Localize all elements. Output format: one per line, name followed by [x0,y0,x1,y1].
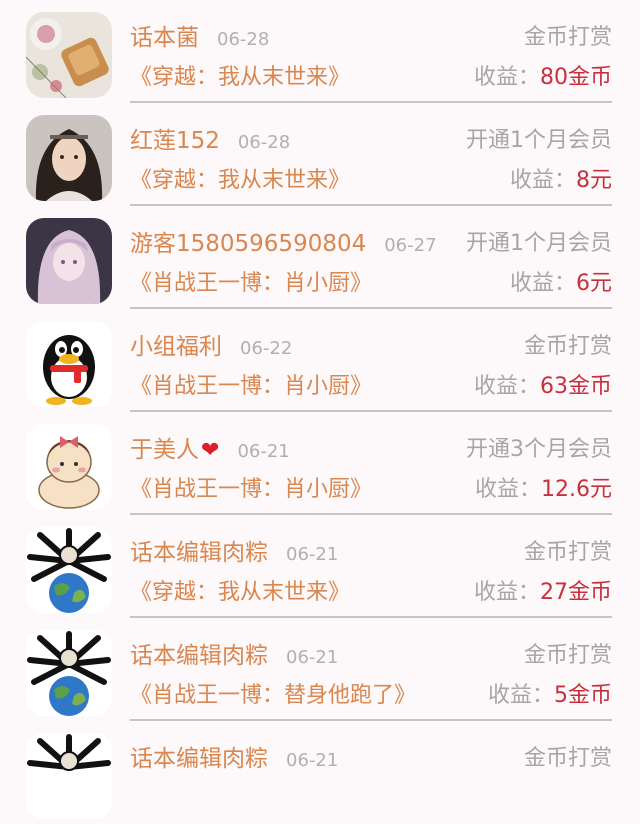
earnings-value: 12.6元 [541,477,612,502]
earnings-label: 收益： [474,477,541,502]
reward-type: 开通1个月会员 [466,231,612,256]
date: 06-28 [217,29,270,50]
earnings-value: 8元 [576,168,612,193]
earnings-value: 27金币 [540,580,612,605]
list-item[interactable]: 话本编辑肉粽 06-21 金币打赏 [0,721,640,824]
user-name[interactable]: 话本编辑肉粽 [130,643,268,669]
date: 06-27 [384,235,437,256]
user-name[interactable]: 红莲152 [130,128,220,154]
earnings: 收益：8元 [510,163,612,199]
avatar-earth-spider[interactable] [26,630,112,716]
list-item[interactable]: 于美人❤ 06-21 开通3个月会员 《肖战王一博：肖小厨》 收益：12.6元 [0,412,640,515]
reward-type: 金币打赏 [523,746,612,771]
list-item[interactable]: 红莲152 06-28 开通1个月会员 《穿越：我从末世来》 收益：8元 [0,103,640,206]
earnings: 收益：63金币 [474,369,612,405]
earnings-label: 收益： [487,683,554,708]
earnings-value: 6元 [576,271,612,296]
avatar-penguin[interactable] [26,321,112,407]
avatar-cartoon-girl[interactable] [26,424,112,510]
avatar-earth-spider[interactable] [26,733,112,819]
reward-list: 话本菌 06-28 金币打赏 《穿越：我从末世来》 收益：80金币 红莲152 … [0,0,640,824]
heart-icon: ❤ [201,438,220,463]
earnings-label: 收益： [509,168,576,193]
reward-type: 开通3个月会员 [466,437,612,462]
book-title[interactable]: 《穿越：我从末世来》 [130,65,350,90]
earnings: 收益：12.6元 [475,472,612,508]
list-item[interactable]: 话本菌 06-28 金币打赏 《穿越：我从末世来》 收益：80金币 [0,0,640,103]
list-item[interactable]: 小组福利 06-22 金币打赏 《肖战王一博：肖小厨》 收益：63金币 [0,309,640,412]
earnings: 收益：80金币 [474,60,612,96]
avatar-earth-spider[interactable] [26,527,112,613]
date: 06-22 [240,338,293,359]
earnings-label: 收益： [473,65,540,90]
list-item[interactable]: 话本编辑肉粽 06-21 金币打赏 《肖战王一博：替身他跑了》 收益：5金币 [0,618,640,721]
earnings: 收益：27金币 [474,575,612,611]
user-name[interactable]: 话本菌 [130,25,199,51]
earnings-label: 收益： [473,580,540,605]
list-item[interactable]: 游客1580596590804 06-27 开通1个月会员 《肖战王一博：肖小厨》… [0,206,640,309]
book-title[interactable]: 《肖战王一博：替身他跑了》 [130,683,416,708]
earnings-value: 63金币 [540,374,612,399]
earnings-label: 收益： [509,271,576,296]
earnings-value: 5金币 [554,683,612,708]
date: 06-28 [237,132,291,153]
earnings: 收益：5金币 [488,678,612,714]
reward-type: 金币打赏 [523,540,612,565]
earnings-label: 收益： [473,374,540,399]
list-item[interactable]: 话本编辑肉粽 06-21 金币打赏 《穿越：我从末世来》 收益：27金币 [0,515,640,618]
book-title[interactable]: 《肖战王一博：肖小厨》 [130,374,372,399]
user-name[interactable]: 游客1580596590804 [130,231,366,257]
user-name[interactable]: 小组福利 [130,334,222,360]
date: 06-21 [237,441,290,462]
earnings: 收益：6元 [510,266,612,302]
book-title[interactable]: 《穿越：我从末世来》 [130,168,350,193]
user-name[interactable]: 话本编辑肉粽 [130,746,268,772]
book-title[interactable]: 《肖战王一博：肖小厨》 [130,477,372,502]
reward-type: 开通1个月会员 [466,128,612,153]
avatar-anime-girl[interactable] [26,218,112,304]
avatar-food-photo[interactable] [26,12,112,98]
reward-type: 金币打赏 [523,25,612,50]
date: 06-21 [286,647,339,668]
date: 06-21 [286,544,339,565]
user-name[interactable]: 于美人 [130,437,199,463]
reward-type: 金币打赏 [523,643,612,668]
book-title[interactable]: 《肖战王一博：肖小厨》 [130,271,372,296]
reward-type: 金币打赏 [523,334,612,359]
avatar-man-portrait[interactable] [26,115,112,201]
user-name[interactable]: 话本编辑肉粽 [130,540,268,566]
book-title[interactable]: 《穿越：我从末世来》 [130,580,350,605]
earnings-value: 80金币 [540,65,612,90]
